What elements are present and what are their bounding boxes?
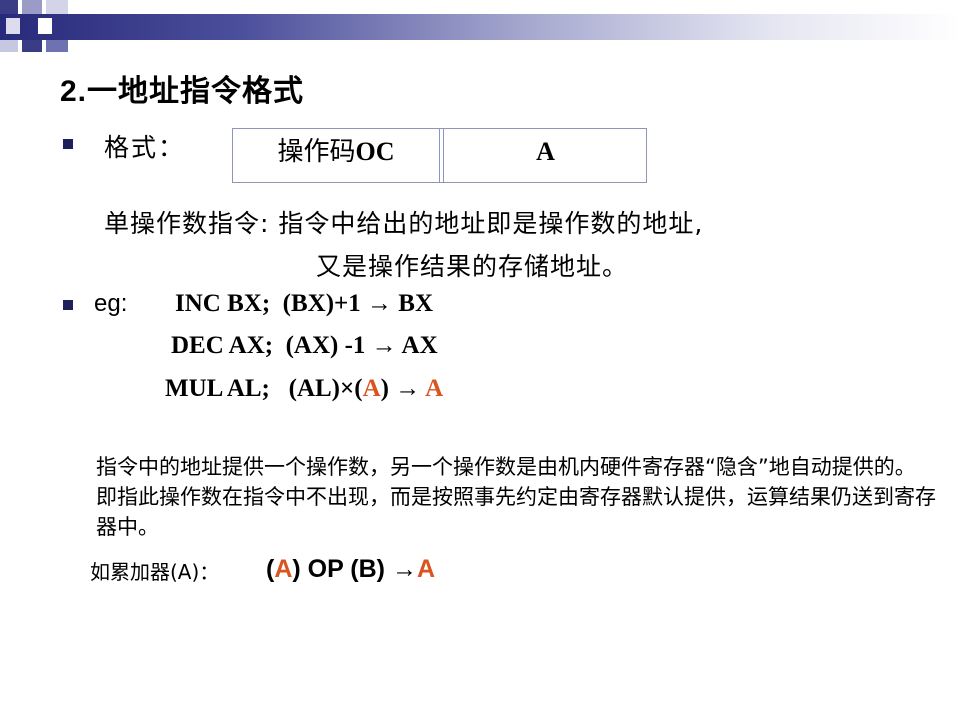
highlight-a: A [420, 375, 444, 402]
accumulator-expression: (A) OP (B) →A [266, 555, 435, 584]
highlight-a: A [274, 555, 293, 583]
header-decor-square [46, 0, 68, 14]
eg-label: eg: [94, 290, 128, 317]
header-decor-square [22, 0, 42, 14]
header-decor-square [6, 18, 20, 34]
header-decor-square [22, 40, 42, 52]
header-decor-square [46, 40, 68, 52]
arrow-icon: → [391, 555, 417, 583]
example-text: DEC AX; (AX) -1 [171, 332, 372, 359]
highlight-a: A [416, 555, 435, 583]
opcode-cell-cn: 操作码 [277, 137, 356, 167]
accumulator-label: 如累加器(A)： [90, 560, 220, 584]
example-line-dec: DEC AX; (AX) -1 → AX [171, 332, 438, 360]
slide-title: 2.一地址指令格式 [60, 66, 304, 110]
arrow-icon: → [395, 375, 421, 402]
example-line-mul: MUL AL; (AL)×(A) → A [165, 375, 443, 403]
description-line-2: 又是操作结果的存储地址。 [316, 252, 629, 281]
example-line-inc: INC BX; (BX)+1 → BX [175, 290, 433, 318]
highlight-a: A [362, 375, 381, 402]
header-gradient-bar [0, 14, 960, 40]
description-line-1: 单操作数指令: 指令中给出的地址即是操作数的地址, [104, 209, 704, 238]
example-text: ) [380, 375, 396, 402]
example-text: BX [392, 290, 434, 317]
arrow-icon: → [367, 290, 393, 317]
example-text: AX [396, 332, 438, 359]
title-number: 2. [60, 75, 88, 108]
title-text: 一地址指令格式 [87, 74, 305, 109]
expr-text: ) OP (B) [292, 555, 392, 583]
bullet-square-icon [63, 300, 73, 310]
bullet-square-icon [63, 139, 73, 149]
example-text: INC BX; (BX)+1 [175, 290, 368, 317]
opcode-cell-en: OC [355, 137, 395, 166]
opcode-cell: 操作码OC [233, 129, 440, 182]
header-decor-square [38, 18, 52, 34]
header-decor-square [0, 0, 18, 14]
example-text: MUL AL; (AL)×( [165, 375, 363, 402]
instruction-format-table: 操作码OC A [232, 128, 647, 183]
address-cell: A [443, 129, 647, 182]
header-decor-square [0, 40, 18, 52]
arrow-icon: → [371, 332, 397, 359]
format-label: 格式： [104, 133, 186, 162]
explanation-paragraph: 指令中的地址提供一个操作数，另一个操作数是由机内硬件寄存器“隐含”地自动提供的。… [96, 455, 936, 539]
